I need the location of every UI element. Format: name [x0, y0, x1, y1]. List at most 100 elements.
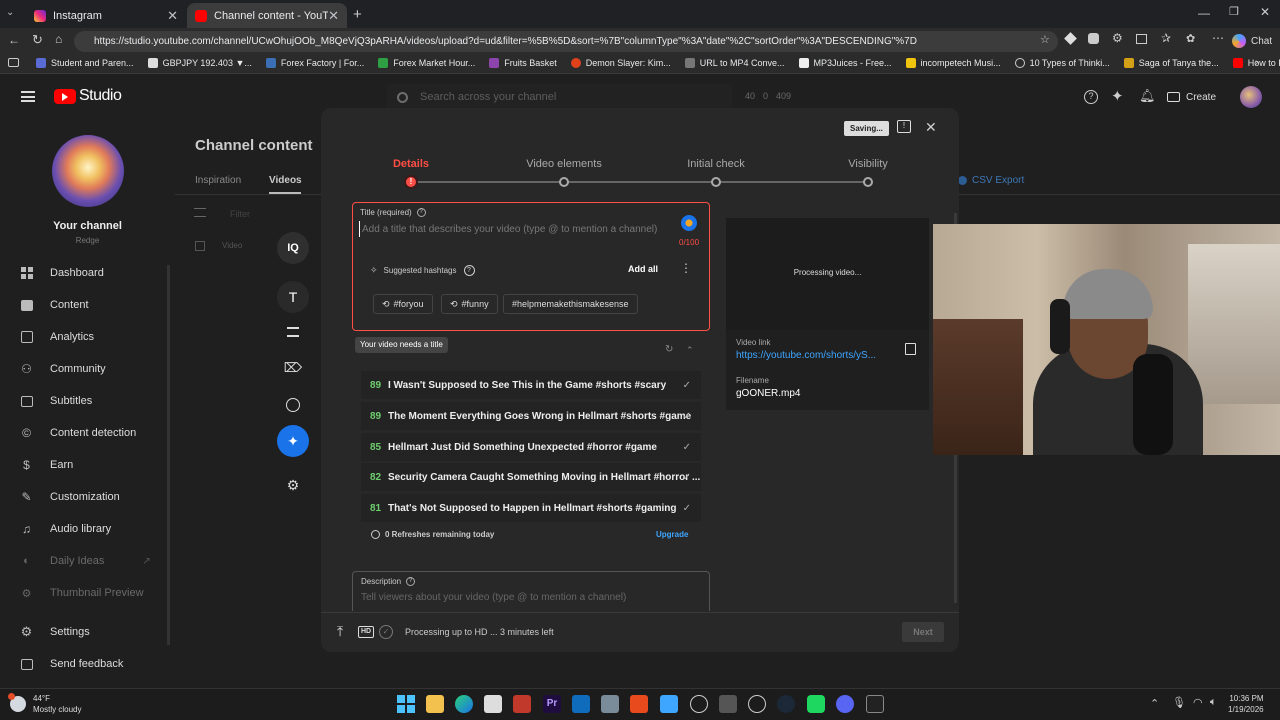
- back-icon[interactable]: ←: [8, 33, 20, 47]
- emoji-ai-icon[interactable]: [681, 215, 697, 231]
- tab-inspiration[interactable]: Inspiration: [195, 175, 241, 186]
- title-tool-icon[interactable]: T: [277, 281, 309, 313]
- app-icon[interactable]: [513, 695, 531, 713]
- edge-browser-icon[interactable]: [455, 695, 473, 713]
- check-icon[interactable]: ✓: [683, 503, 691, 514]
- nav-analytics[interactable]: Analytics: [0, 321, 175, 353]
- bookmark-item[interactable]: GBPJPY 192.403 ▼...: [147, 58, 252, 68]
- bookmark-item[interactable]: Student and Paren...: [36, 58, 134, 68]
- csv-export-button[interactable]: CSV Export: [958, 175, 1024, 186]
- nav-send-feedback[interactable]: Send feedback: [0, 648, 175, 680]
- store-icon[interactable]: [484, 695, 502, 713]
- step-details[interactable]: Details: [381, 158, 441, 170]
- home-icon[interactable]: ⌂: [55, 32, 62, 46]
- bookmarks-menu-icon[interactable]: [8, 58, 19, 67]
- copy-link-icon[interactable]: [905, 343, 916, 355]
- menu-dots-icon[interactable]: ⋯: [1212, 31, 1224, 45]
- title-suggestion[interactable]: 82 Security Camera Caught Something Movi…: [361, 463, 701, 491]
- title-suggestion[interactable]: 89 The Moment Everything Goes Wrong in H…: [361, 402, 701, 430]
- hashtag-chip-funny[interactable]: ⟲ #funny: [441, 294, 498, 314]
- tags-tool-icon[interactable]: ⌦: [277, 360, 309, 382]
- close-tab-icon[interactable]: ✕: [167, 8, 178, 24]
- extension-icon[interactable]: [1064, 32, 1077, 45]
- tab-youtube-studio[interactable]: Channel content - YouTube Studio ✕: [187, 3, 347, 28]
- bookmark-item[interactable]: 10 Types of Thinki...: [1014, 58, 1110, 68]
- filter-placeholder[interactable]: Filter: [230, 209, 250, 219]
- help-icon[interactable]: ?: [463, 265, 475, 276]
- channel-search[interactable]: Search across your channel: [387, 84, 732, 110]
- weather-widget[interactable]: 44°F Mostly cloudy: [8, 693, 81, 715]
- close-dialog-icon[interactable]: ✕: [925, 119, 937, 136]
- channel-avatar[interactable]: [52, 135, 124, 207]
- app-icon[interactable]: [690, 695, 708, 713]
- add-all-button[interactable]: Add all: [628, 264, 658, 274]
- filter-icon[interactable]: [194, 208, 206, 217]
- close-window-icon[interactable]: ✕: [1260, 5, 1270, 19]
- minimize-icon[interactable]: —: [1198, 6, 1210, 20]
- wifi-icon[interactable]: ◠: [1193, 696, 1203, 709]
- nav-settings[interactable]: ⚙ Settings: [0, 616, 175, 648]
- bookmark-item[interactable]: Saga of Tanya the...: [1123, 58, 1219, 68]
- nav-customization[interactable]: ✎ Customization: [0, 481, 175, 513]
- clock-tool-icon[interactable]: [286, 398, 300, 412]
- app-icon[interactable]: [660, 695, 678, 713]
- create-button[interactable]: Create: [1167, 87, 1216, 107]
- extension-icon[interactable]: ⚙: [1112, 31, 1123, 45]
- upgrade-link[interactable]: Upgrade: [656, 530, 688, 539]
- bookmark-item[interactable]: Demon Slayer: Kim...: [570, 58, 671, 68]
- split-screen-icon[interactable]: [1136, 34, 1147, 44]
- refresh-suggestions-icon[interactable]: ↻: [665, 344, 673, 355]
- bookmark-item[interactable]: Forex Factory | For...: [265, 58, 364, 68]
- url-field[interactable]: https://studio.youtube.com/channel/UCwOh…: [74, 31, 1058, 52]
- bookmark-item[interactable]: MP3Juices - Free...: [798, 58, 892, 68]
- more-options-icon[interactable]: ⋮: [680, 261, 692, 275]
- discord-icon[interactable]: [836, 695, 854, 713]
- iq-tool-button[interactable]: IQ: [277, 232, 309, 264]
- app-icon[interactable]: [807, 695, 825, 713]
- title-input[interactable]: Add a title that describes your video (t…: [359, 221, 679, 237]
- clock[interactable]: 10:36 PM 1/19/2026: [1228, 693, 1264, 715]
- calculator-icon[interactable]: [719, 695, 737, 713]
- steam-icon[interactable]: [777, 695, 795, 713]
- tab-videos[interactable]: Videos: [269, 175, 302, 186]
- extension-icon[interactable]: [1088, 33, 1099, 44]
- nav-content[interactable]: Content: [0, 289, 175, 321]
- copilot-chat-button[interactable]: Chat: [1232, 31, 1272, 51]
- nav-thumbnail-preview[interactable]: ⚙ Thumbnail Preview: [0, 577, 175, 609]
- settings-tool-icon[interactable]: ⚙: [277, 477, 309, 499]
- ai-sparkle-tool-button[interactable]: ✦: [277, 425, 309, 457]
- tab-search-button[interactable]: ⌄: [6, 7, 20, 21]
- nav-subtitles[interactable]: Subtitles: [0, 385, 175, 417]
- bookmark-item[interactable]: URL to MP4 Conve...: [684, 58, 785, 68]
- extensions-puzzle-icon[interactable]: ✿: [1186, 32, 1195, 45]
- bookmark-item[interactable]: Fruits Basket: [489, 58, 557, 68]
- bookmark-item[interactable]: Forex Market Hour...: [378, 58, 475, 68]
- studio-logo[interactable]: Studio: [54, 87, 122, 105]
- help-icon[interactable]: ?: [406, 577, 416, 586]
- check-icon[interactable]: ✓: [683, 472, 691, 483]
- start-button[interactable]: [397, 695, 415, 713]
- help-icon[interactable]: ?: [1084, 90, 1098, 104]
- check-icon[interactable]: ✓: [683, 380, 691, 391]
- app-icon[interactable]: [630, 695, 648, 713]
- title-suggestion[interactable]: 81 That's Not Supposed to Happen in Hell…: [361, 494, 701, 522]
- new-tab-button[interactable]: +: [353, 6, 362, 23]
- video-link[interactable]: https://youtube.com/shorts/yS...: [736, 350, 876, 361]
- next-button[interactable]: Next: [902, 622, 944, 642]
- file-explorer-icon[interactable]: [426, 695, 444, 713]
- app-icon[interactable]: [866, 695, 884, 713]
- step-visibility[interactable]: Visibility: [828, 158, 908, 170]
- bookmark-item[interactable]: incompetech Musi...: [905, 58, 1001, 68]
- hashtag-chip-foryou[interactable]: ⟲ #foryou: [373, 294, 433, 314]
- sidebar-scrollbar[interactable]: [167, 265, 170, 645]
- nav-community[interactable]: ⚇ Community: [0, 353, 175, 385]
- help-icon[interactable]: ?: [416, 208, 426, 217]
- step-initial-check[interactable]: Initial check: [666, 158, 766, 170]
- app-icon[interactable]: [601, 695, 619, 713]
- nav-content-detection[interactable]: © Content detection: [0, 417, 175, 449]
- tab-instagram[interactable]: Instagram ✕: [26, 3, 186, 28]
- description-tool-icon[interactable]: [287, 327, 299, 337]
- step-video-elements[interactable]: Video elements: [514, 158, 614, 170]
- title-suggestion[interactable]: 85 Hellmart Just Did Something Unexpecte…: [361, 433, 701, 461]
- description-field[interactable]: Description ? Tell viewers about your vi…: [352, 571, 710, 611]
